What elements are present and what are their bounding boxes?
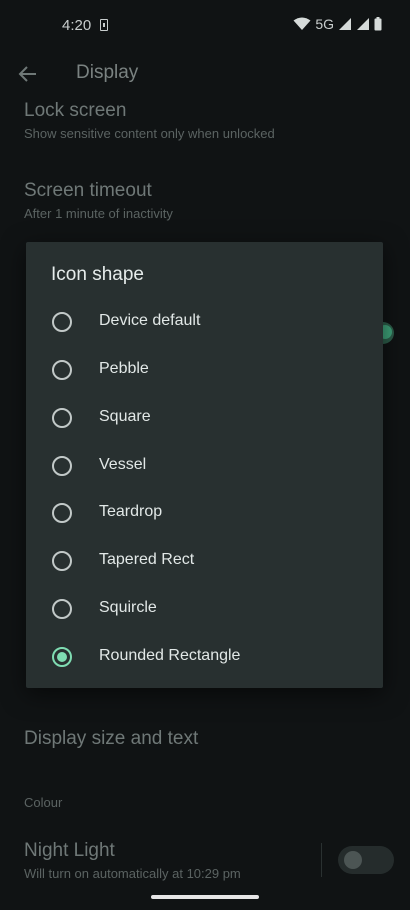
option-tapered-rect[interactable]: Tapered Rect [26, 537, 383, 585]
option-vessel[interactable]: Vessel [26, 442, 383, 490]
option-label: Square [99, 408, 151, 425]
option-square[interactable]: Square [26, 394, 383, 442]
option-label: Squircle [99, 599, 157, 616]
radio-button-selected[interactable] [52, 647, 72, 667]
option-device-default[interactable]: Device default [26, 298, 383, 346]
option-rounded-rectangle[interactable]: Rounded Rectangle [26, 633, 383, 681]
radio-button[interactable] [52, 312, 72, 332]
option-label: Rounded Rectangle [99, 647, 241, 664]
radio-button[interactable] [52, 599, 72, 619]
option-label: Teardrop [99, 503, 163, 520]
radio-button[interactable] [52, 408, 72, 428]
radio-button[interactable] [52, 503, 72, 523]
radio-button[interactable] [52, 456, 72, 476]
dialog-title: Icon shape [51, 264, 144, 285]
option-label: Vessel [99, 456, 147, 473]
icon-shape-dialog: Icon shape Device default Pebble Square … [26, 242, 383, 688]
radio-button[interactable] [52, 360, 72, 380]
option-pebble[interactable]: Pebble [26, 346, 383, 394]
gesture-nav-handle[interactable] [151, 895, 259, 899]
option-label: Pebble [99, 360, 149, 377]
screen: 4:20 5G Display Lock screen Show sensiti… [0, 0, 410, 910]
option-label: Device default [99, 312, 201, 329]
option-teardrop[interactable]: Teardrop [26, 489, 383, 537]
option-squircle[interactable]: Squircle [26, 585, 383, 633]
radio-button[interactable] [52, 551, 72, 571]
option-label: Tapered Rect [99, 551, 195, 568]
